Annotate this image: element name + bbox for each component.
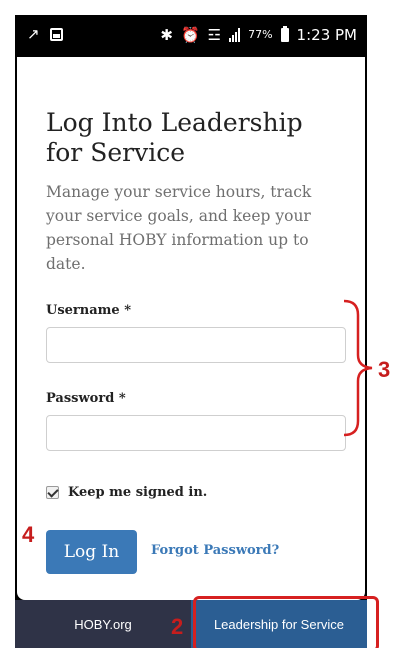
fields-brace-icon [343,299,373,437]
battery-percent: 77% [248,28,273,41]
wifi-icon: ☲ [207,26,222,44]
login-card: Log Into Leadership for Service Manage y… [17,57,365,600]
status-bar-left: ↗ [27,25,63,43]
forgot-password-link[interactable]: Forgot Password? [151,543,279,558]
clock: 1:23 PM [296,26,357,44]
status-bar: ↗ ✱ ⏰ ☲ 77% 1:23 PM [15,15,367,57]
login-step-marker: 4 [22,522,35,547]
missed-call-icon: ↗ [27,25,40,43]
password-input[interactable] [46,415,346,451]
battery-icon [280,26,289,42]
remember-me-checkbox[interactable] [46,486,59,499]
nav-step-marker: 2 [171,614,184,639]
nav-hoby-org[interactable]: HOBY.org [15,600,191,648]
username-label: Username * [46,303,132,318]
remember-me-label[interactable]: Keep me signed in. [68,485,207,500]
nav-highlight-box [193,596,379,648]
signal-icon [229,28,241,42]
alarm-icon: ⏰ [180,26,200,44]
page-subtitle: Manage your service hours, track your se… [46,183,312,273]
phone-screen: ↗ ✱ ⏰ ☲ 77% 1:23 PM Log Into Leadership … [15,15,367,648]
status-bar-right: ✱ ⏰ ☲ 77% 1:23 PM [160,26,357,44]
bluetooth-icon: ✱ [160,26,173,44]
remember-me-row[interactable]: Keep me signed in. [46,485,207,500]
gallery-icon [49,27,63,41]
username-input[interactable] [46,327,346,363]
page-title: Log Into Leadership for Service [46,108,303,167]
login-button[interactable]: Log In [46,530,137,574]
password-label: Password * [46,391,126,406]
